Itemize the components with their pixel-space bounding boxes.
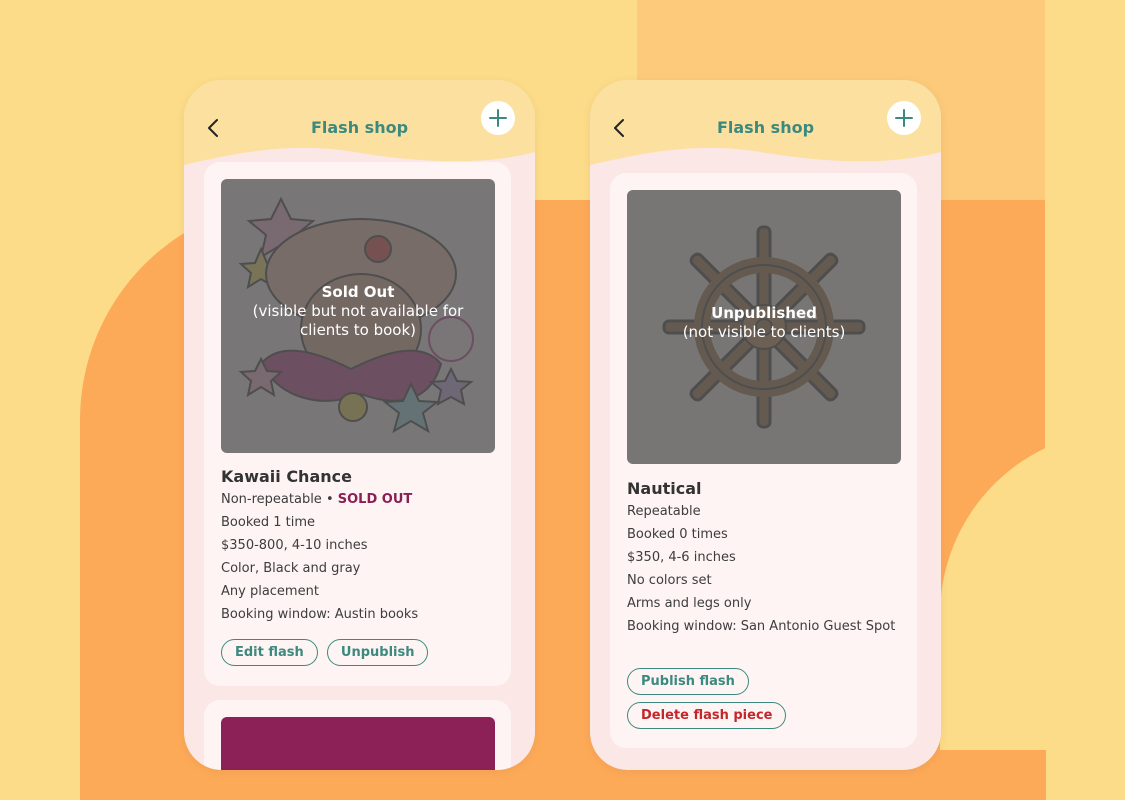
flash-card[interactable] xyxy=(204,700,511,770)
flash-name: Nautical xyxy=(627,479,702,498)
app-header: Flash shop xyxy=(184,80,535,175)
overlay-title: Unpublished xyxy=(711,304,817,322)
plus-icon xyxy=(489,109,507,127)
repeat-label: Non-repeatable xyxy=(221,492,322,507)
repeat-label: Repeatable xyxy=(627,504,701,519)
overlay-label: Sold Out (visible but not available for … xyxy=(221,283,495,340)
edit-flash-button[interactable]: Edit flash xyxy=(221,639,318,666)
booking-window: Booking window: Austin books xyxy=(221,607,419,622)
flash-card[interactable]: Sold Out (visible but not available for … xyxy=(204,162,511,686)
flash-details: Nautical Repeatable Booked 0 times $350,… xyxy=(627,479,900,642)
color-options: Color, Black and gray xyxy=(221,561,361,576)
flash-image[interactable]: Unpublished (not visible to clients) xyxy=(627,190,901,464)
card-actions: Publish flash Delete flash piece xyxy=(627,668,787,729)
delete-flash-button[interactable]: Delete flash piece xyxy=(627,702,787,729)
plus-icon xyxy=(895,109,913,127)
repeat-status-line: Non-repeatable • SOLD OUT xyxy=(221,492,494,508)
overlay-label: Unpublished (not visible to clients) xyxy=(627,304,901,342)
overlay-title: Sold Out xyxy=(321,283,395,301)
add-flash-button[interactable] xyxy=(887,101,921,135)
phone-screen-unpublished: Flash shop Unpublished (not visible to c… xyxy=(590,80,941,770)
flash-details: Kawaii Chance Non-repeatable • SOLD OUT … xyxy=(221,467,494,630)
app-header: Flash shop xyxy=(590,80,941,175)
placement: Arms and legs only xyxy=(627,596,752,611)
price-size: $350, 4-6 inches xyxy=(627,550,736,565)
phone-screen-sold-out: Flash shop Sold Out (visible but not ava… xyxy=(184,80,535,770)
overlay-subtitle: (not visible to clients) xyxy=(682,323,846,341)
flash-image[interactable] xyxy=(221,717,495,770)
price-size: $350-800, 4-10 inches xyxy=(221,538,368,553)
unpublish-button[interactable]: Unpublish xyxy=(326,639,429,666)
sold-out-badge: SOLD OUT xyxy=(337,492,413,507)
booked-count: Booked 1 time xyxy=(221,515,316,530)
separator-dot: • xyxy=(325,492,334,507)
overlay-subtitle: (visible but not available for clients t… xyxy=(252,302,464,339)
placement: Any placement xyxy=(221,584,319,599)
flash-name: Kawaii Chance xyxy=(221,467,352,486)
add-flash-button[interactable] xyxy=(481,101,515,135)
card-actions: Edit flash Unpublish xyxy=(221,639,429,666)
booked-count: Booked 0 times xyxy=(627,527,728,542)
flash-card[interactable]: Unpublished (not visible to clients) Nau… xyxy=(610,173,917,748)
publish-flash-button[interactable]: Publish flash xyxy=(627,668,749,695)
flash-image[interactable]: Sold Out (visible but not available for … xyxy=(221,179,495,453)
color-options: No colors set xyxy=(627,573,712,588)
booking-window: Booking window: San Antonio Guest Spot xyxy=(627,619,896,634)
